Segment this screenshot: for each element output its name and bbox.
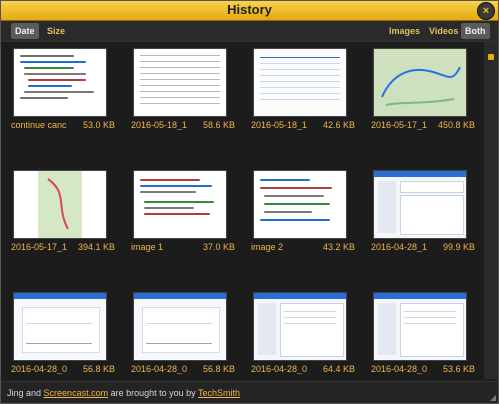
history-item[interactable]: 2016-04-28_095... 64.4 KB xyxy=(241,286,359,379)
techsmith-link[interactable]: TechSmith xyxy=(198,388,240,398)
thumbnail-table xyxy=(133,48,227,117)
map-route-icon xyxy=(47,178,69,230)
vertical-scrollbar[interactable] xyxy=(484,42,498,379)
history-item[interactable]: 2016-05-18_1050 58.6 KB xyxy=(121,42,239,152)
item-size: 37.0 KB xyxy=(202,242,235,252)
resize-grip-icon[interactable]: ◢ xyxy=(490,393,496,402)
sort-date-button[interactable]: Date xyxy=(11,23,39,39)
item-name: 2016-05-17_10... xyxy=(11,242,67,252)
history-item[interactable]: 2016-05-18_1034 42.6 KB xyxy=(241,42,359,152)
item-name: 2016-05-18_1034 xyxy=(251,120,307,130)
item-size: 64.4 KB xyxy=(322,364,355,374)
sort-size-button[interactable]: Size xyxy=(43,23,69,39)
footer: Jing and Screencast.com are brought to y… xyxy=(1,381,498,403)
history-item[interactable]: 2016-04-28_0959 56.8 KB xyxy=(1,286,119,379)
thumbnail-app xyxy=(253,292,347,361)
item-name: image 1 xyxy=(131,242,164,252)
screencast-link[interactable]: Screencast.com xyxy=(44,388,109,398)
history-item[interactable]: 2016-05-17_10... 450.8 KB xyxy=(361,42,479,152)
history-item[interactable]: image 2 43.2 KB xyxy=(241,164,359,274)
filter-both-button[interactable]: Both xyxy=(461,23,490,39)
item-size: 99.9 KB xyxy=(442,242,475,252)
thumbnail-app xyxy=(373,170,467,239)
history-item[interactable]: continue cancel... 53.0 KB xyxy=(1,42,119,152)
item-size: 43.2 KB xyxy=(322,242,355,252)
history-item[interactable]: 2016-05-17_10... 394.1 KB xyxy=(1,164,119,274)
window-title: History xyxy=(227,2,272,17)
history-item[interactable]: 2016-04-28_1001 99.9 KB xyxy=(361,164,479,274)
item-name: 2016-04-28_095... xyxy=(251,364,307,374)
item-name: 2016-04-28_0958 xyxy=(371,364,427,374)
item-size: 42.6 KB xyxy=(322,120,355,130)
footer-prefix: Jing and xyxy=(7,388,42,398)
thumbnail-chart xyxy=(133,292,227,361)
item-name: 2016-04-28_0959 xyxy=(11,364,67,374)
thumbnail-map xyxy=(373,48,467,117)
item-name: 2016-04-28_0959 xyxy=(131,364,187,374)
filter-videos-button[interactable]: Videos xyxy=(425,23,462,39)
item-size: 56.8 KB xyxy=(82,364,115,374)
map-route-icon xyxy=(381,66,461,106)
thumbnail-map-tall xyxy=(13,170,107,239)
history-window: History × Date Size Images Videos Both c… xyxy=(0,0,499,404)
toolbar: Date Size Images Videos Both xyxy=(1,21,498,42)
item-name: 2016-04-28_1001 xyxy=(371,242,427,252)
item-name: 2016-05-18_1050 xyxy=(131,120,187,130)
item-size: 53.0 KB xyxy=(82,120,115,130)
item-name: image 2 xyxy=(251,242,284,252)
item-name: 2016-05-17_10... xyxy=(371,120,427,130)
footer-text: Jing and Screencast.com are brought to y… xyxy=(7,388,240,398)
item-size: 394.1 KB xyxy=(77,242,115,252)
history-item[interactable]: 2016-04-28_0958 53.6 KB xyxy=(361,286,479,379)
item-size: 58.6 KB xyxy=(202,120,235,130)
thumbnail-code xyxy=(133,170,227,239)
thumbnail-code xyxy=(13,48,107,117)
close-icon: × xyxy=(482,5,490,17)
thumbnail-table-blue xyxy=(253,48,347,117)
title-bar[interactable]: History × xyxy=(1,1,498,21)
thumbnail-code xyxy=(253,170,347,239)
item-size: 56.8 KB xyxy=(202,364,235,374)
item-size: 53.6 KB xyxy=(442,364,475,374)
history-item[interactable]: image 1 37.0 KB xyxy=(121,164,239,274)
item-size: 450.8 KB xyxy=(437,120,475,130)
close-button[interactable]: × xyxy=(477,2,495,20)
thumbnail-app xyxy=(373,292,467,361)
footer-mid: are brought to you by xyxy=(110,388,196,398)
history-grid: continue cancel... 53.0 KB 2 xyxy=(1,42,484,379)
scrollbar-thumb[interactable] xyxy=(488,54,494,60)
history-item[interactable]: 2016-04-28_0959 56.8 KB xyxy=(121,286,239,379)
item-name: continue cancel... xyxy=(11,120,67,130)
filter-images-button[interactable]: Images xyxy=(385,23,424,39)
thumbnail-chart xyxy=(13,292,107,361)
